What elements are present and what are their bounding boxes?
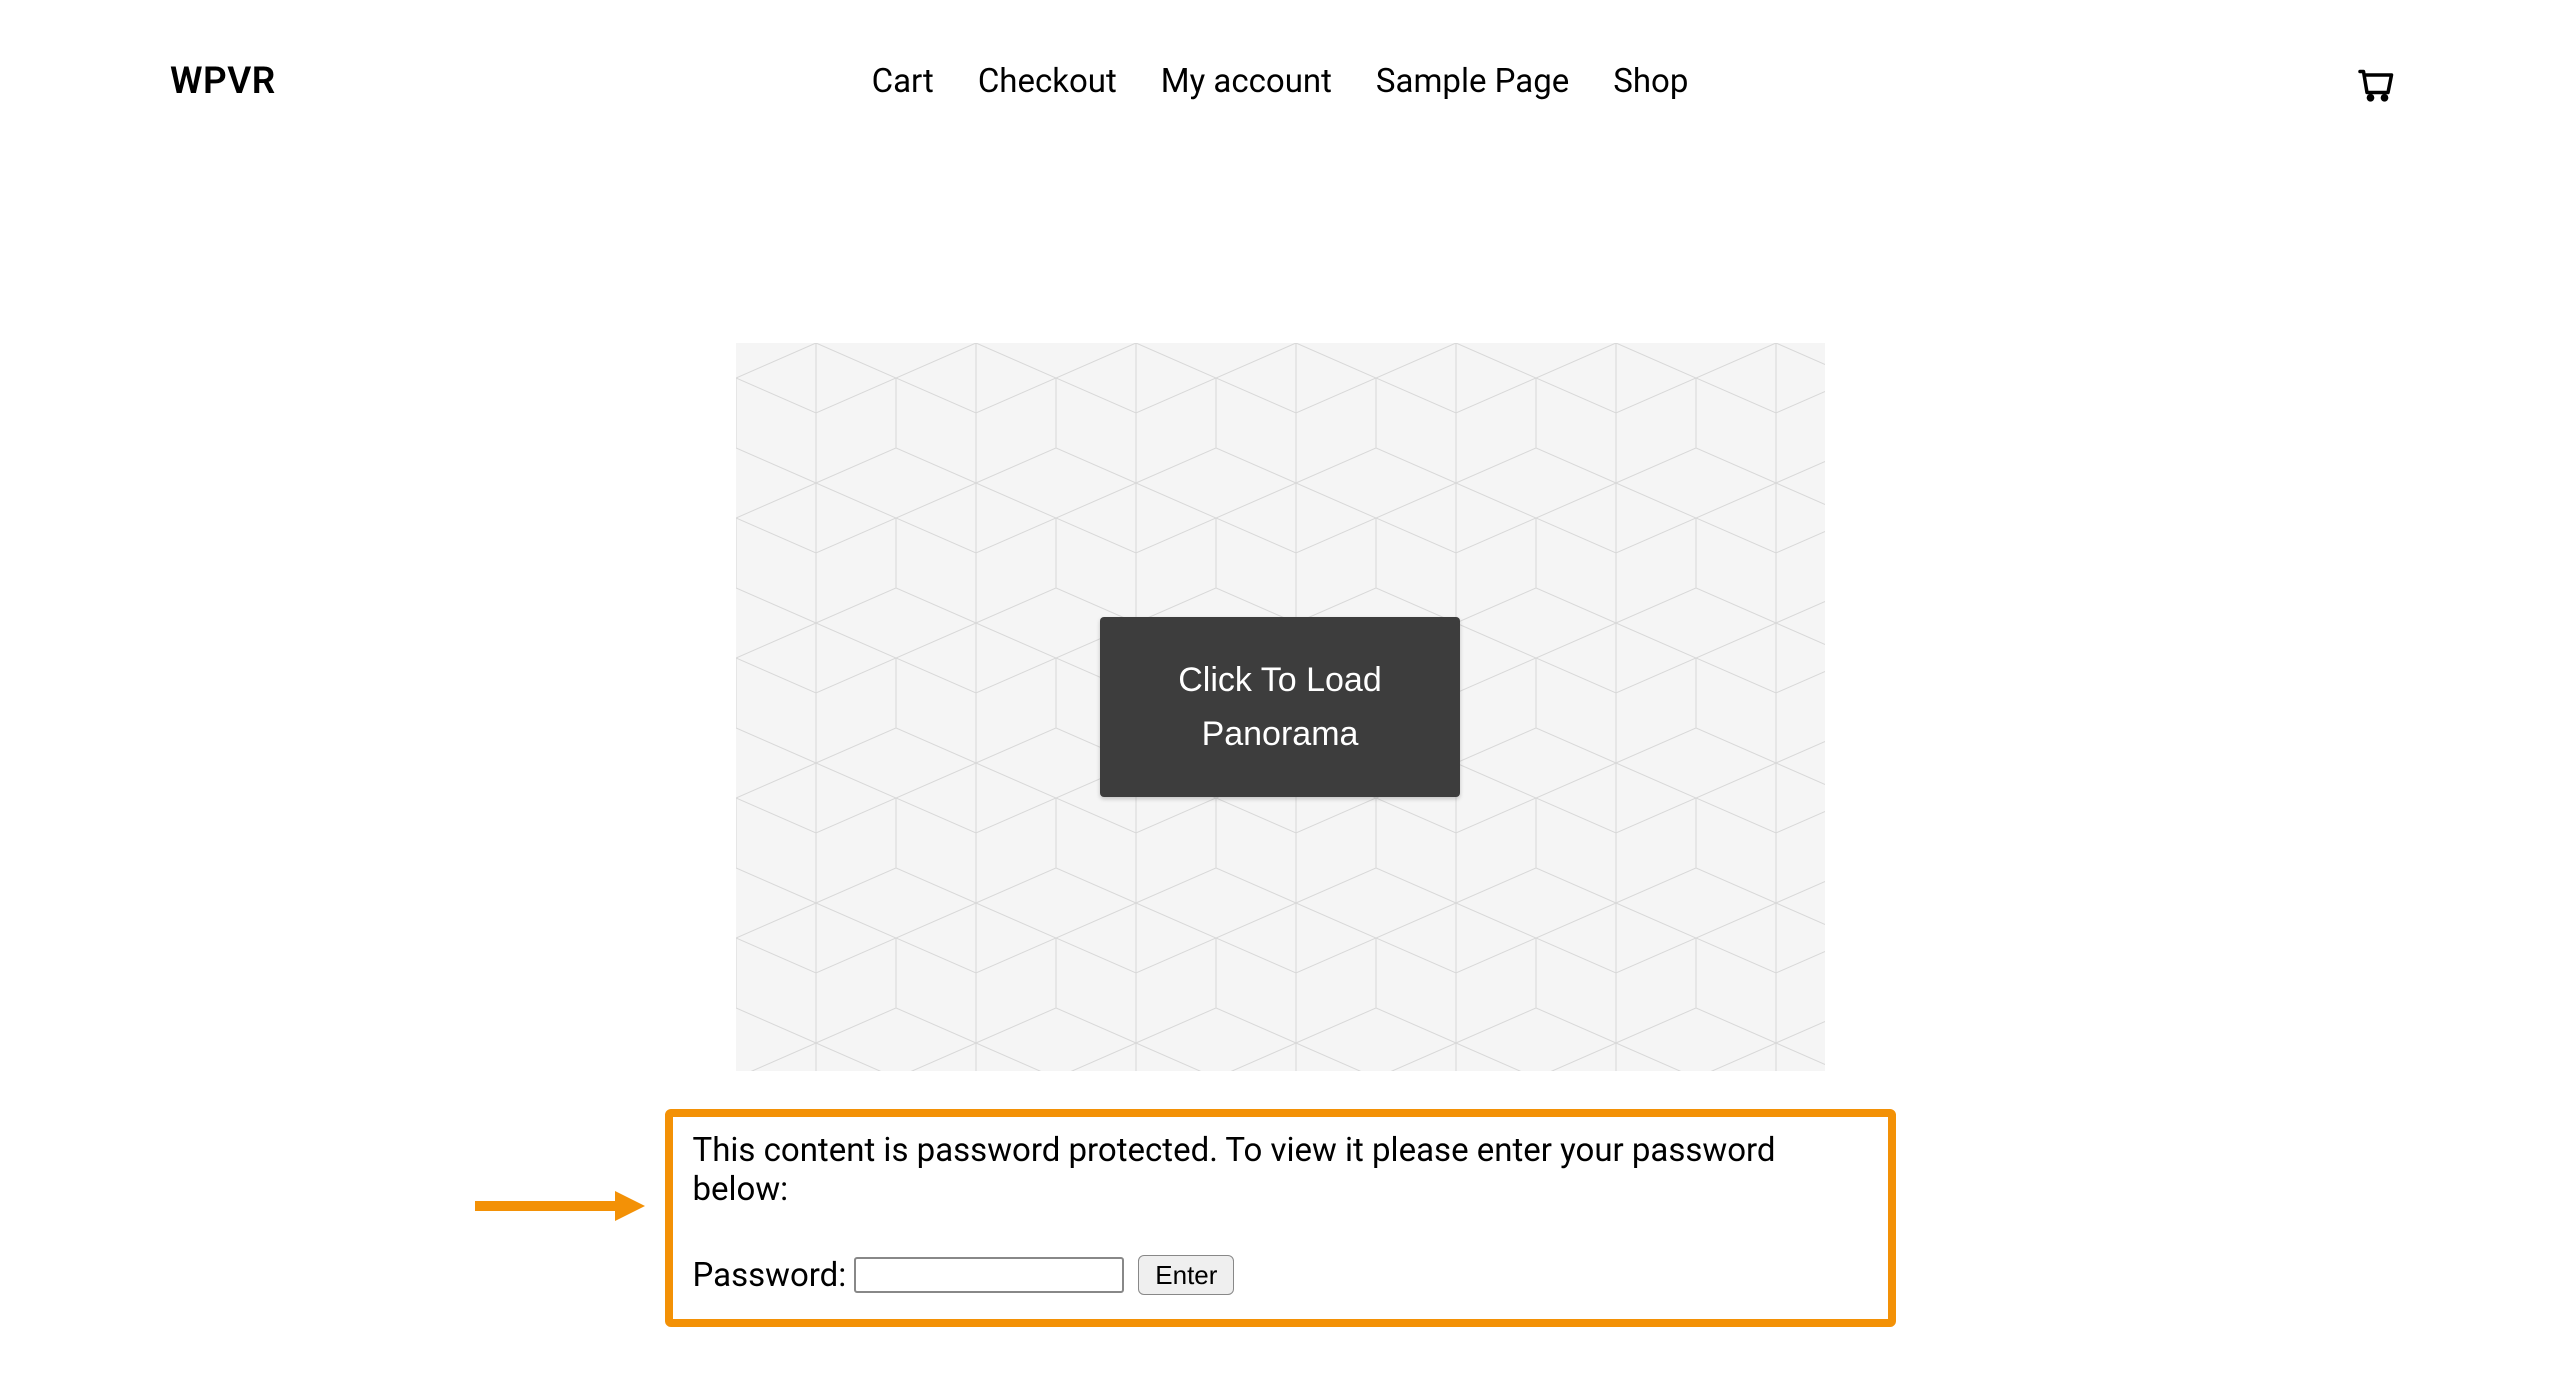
site-title[interactable]: WPVR — [170, 60, 276, 103]
nav-link-my-account[interactable]: My account — [1161, 62, 1332, 101]
panorama-container: Click To Load Panorama — [736, 343, 1825, 1071]
password-input[interactable] — [854, 1257, 1124, 1293]
password-form: Password: Enter — [693, 1255, 1868, 1295]
nav-link-cart[interactable]: Cart — [872, 62, 934, 101]
nav-link-checkout[interactable]: Checkout — [978, 62, 1117, 101]
main-nav: Cart Checkout My account Sample Page Sho… — [872, 62, 1689, 101]
password-label: Password: — [693, 1256, 847, 1295]
nav-link-shop[interactable]: Shop — [1613, 62, 1688, 101]
password-protected-section: This content is password protected. To v… — [665, 1109, 1896, 1327]
header: WPVR Cart Checkout My account Sample Pag… — [0, 0, 2560, 163]
nav-link-sample-page[interactable]: Sample Page — [1376, 62, 1569, 101]
enter-button[interactable]: Enter — [1138, 1255, 1234, 1295]
cart-icon[interactable] — [2353, 61, 2395, 103]
arrow-annotation-icon — [475, 1191, 645, 1221]
password-message: This content is password protected. To v… — [693, 1131, 1868, 1209]
load-panorama-button[interactable]: Click To Load Panorama — [1100, 617, 1460, 798]
main-content: Click To Load Panorama This content is p… — [0, 163, 2560, 1327]
password-section-wrapper: This content is password protected. To v… — [665, 1109, 1896, 1327]
